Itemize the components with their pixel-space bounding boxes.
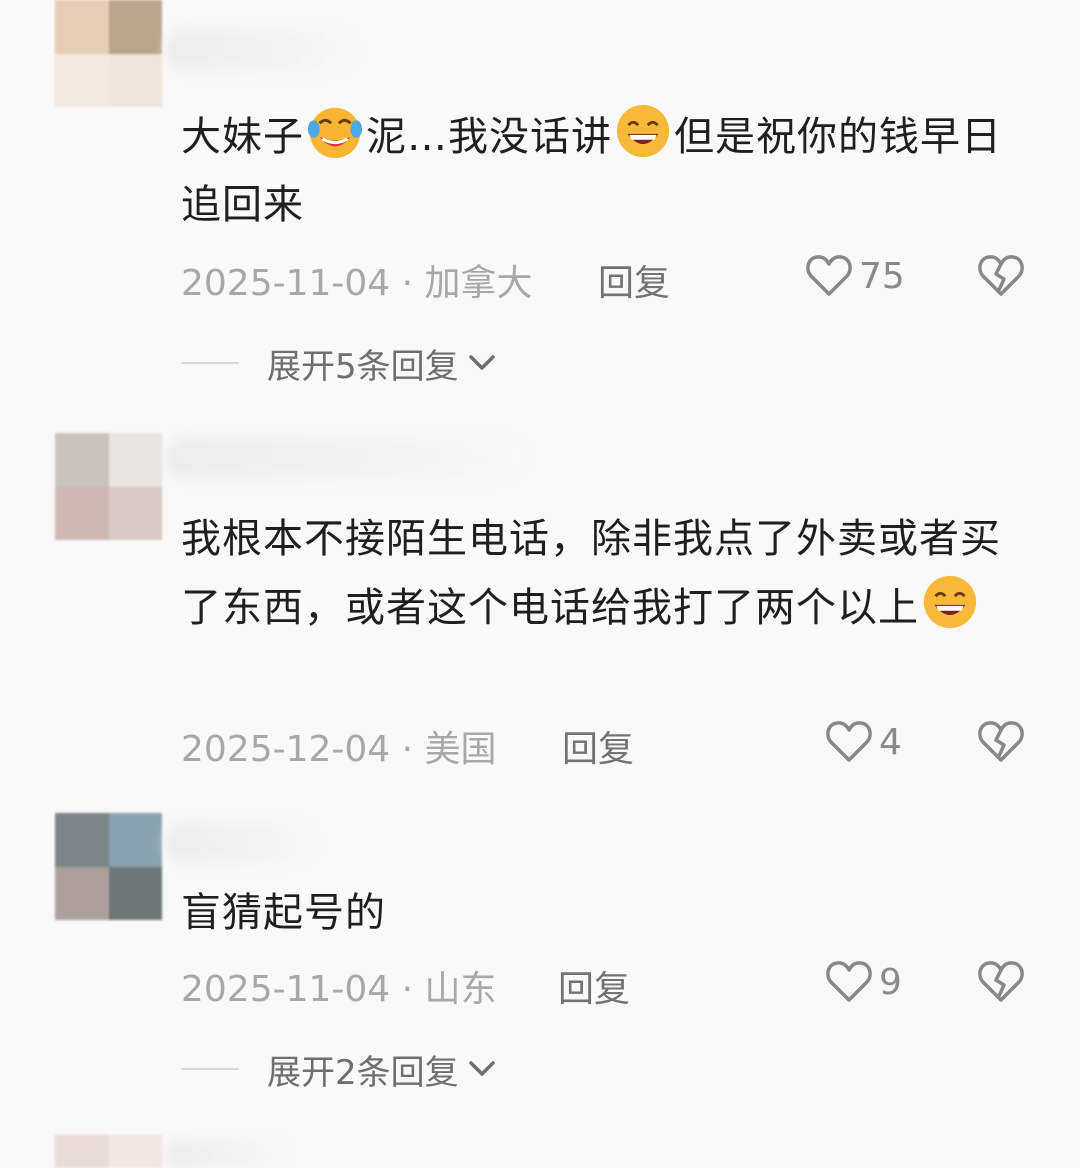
dislike-button[interactable] [977, 720, 1025, 773]
avatar[interactable] [55, 0, 162, 107]
heart-outline-icon [826, 721, 872, 762]
heart-outline-icon [826, 961, 872, 1002]
dislike-button[interactable] [977, 960, 1025, 1013]
comment-meta: 2025-11-04 · 山东 回复 9 [181, 960, 1025, 1010]
username[interactable] [165, 1140, 285, 1168]
rolling-laugh-emoji-icon [307, 107, 363, 159]
reply-button[interactable]: 回复 [558, 960, 630, 1012]
username[interactable] [165, 438, 525, 478]
comment-meta: 2025-12-04 · 美国 回复 4 [181, 720, 1025, 770]
like-count: 75 [859, 255, 905, 297]
divider [181, 1068, 239, 1070]
broken-heart-icon [978, 255, 1024, 296]
dislike-button[interactable] [977, 254, 1025, 307]
expand-replies-button[interactable]: 展开2条回复 [181, 1044, 497, 1094]
broken-heart-icon [978, 961, 1024, 1002]
like-count: 4 [879, 721, 902, 763]
heart-outline-icon [806, 255, 852, 296]
like-button[interactable]: 4 [825, 720, 902, 764]
date-location: 2025-11-04 · 加拿大 [181, 263, 533, 304]
avatar[interactable] [55, 1135, 162, 1168]
avatar[interactable] [55, 813, 162, 920]
expand-replies-label: 展开5条回复 [267, 346, 459, 387]
date-location: 2025-11-04 · 山东 [181, 969, 497, 1010]
username[interactable] [165, 823, 315, 863]
expand-replies-label: 展开2条回复 [267, 1052, 459, 1093]
username[interactable] [165, 30, 355, 70]
like-count: 9 [879, 961, 902, 1003]
grinning-squint-emoji-icon [616, 104, 670, 158]
avatar[interactable] [55, 433, 162, 540]
comment-text: 我根本不接陌生电话，除非我点了外卖或者买了东西，或者这个电话给我打了两个以上 [181, 516, 1001, 631]
comment-item: 盲猜起号的 2025-11-04 · 山东 回复 9 展开2条回复 [0, 813, 1080, 1113]
reply-button[interactable]: 回复 [562, 720, 634, 772]
chevron-down-icon [468, 1061, 495, 1076]
grinning-squint-emoji-icon [923, 575, 977, 629]
comment-text: 大妹子 泥…我没话讲 但是祝你的钱早日追回来 [181, 102, 1041, 239]
like-button[interactable]: 9 [825, 960, 902, 1004]
expand-replies-button[interactable]: 展开5条回复 [181, 338, 497, 388]
divider [181, 362, 239, 364]
like-button[interactable]: 75 [805, 254, 905, 298]
date-location: 2025-12-04 · 美国 [181, 729, 497, 770]
comment-item: 大妹子 泥…我没话讲 但是祝你的钱早日追回来 2025-11-04 · 加拿大 … [0, 0, 1080, 400]
chevron-down-icon [468, 355, 495, 370]
comment-item: 我根本不接陌生电话，除非我点了外卖或者买了东西，或者这个电话给我打了两个以上 2… [0, 430, 1080, 780]
comment-meta: 2025-11-04 · 加拿大 回复 75 [181, 254, 1025, 304]
reply-button[interactable]: 回复 [598, 254, 670, 306]
comment-list: 大妹子 泥…我没话讲 但是祝你的钱早日追回来 2025-11-04 · 加拿大 … [0, 0, 1080, 1168]
broken-heart-icon [978, 721, 1024, 762]
comment-text: 盲猜起号的 [181, 890, 386, 936]
